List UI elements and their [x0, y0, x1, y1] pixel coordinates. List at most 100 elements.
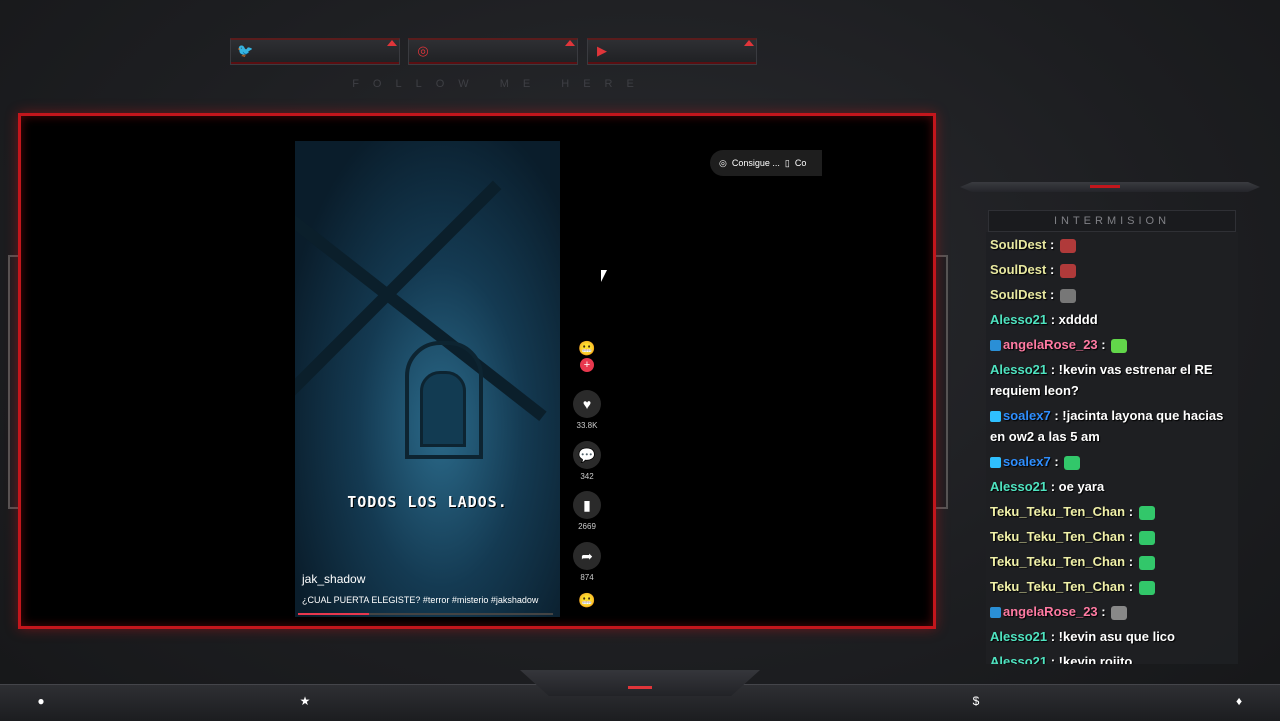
chat-separator: : — [1097, 337, 1110, 352]
chat-username[interactable]: Alesso21 — [990, 362, 1047, 377]
triangle-marker — [387, 40, 397, 46]
chat-separator: : — [1125, 529, 1137, 544]
chat-username[interactable]: Teku_Teku_Ten_Chan — [990, 529, 1125, 544]
chat-message: SoulDest : — [986, 257, 1238, 282]
bookmark-icon: ▮ — [573, 491, 601, 519]
cut-label: Co — [794, 158, 807, 168]
chat-separator: : — [1125, 579, 1137, 594]
chat-message: Teku_Teku_Ten_Chan : — [986, 499, 1238, 524]
chat-message: Alesso21 : oe yara — [986, 474, 1238, 499]
follow-label: FOLLOW ME HERE — [352, 78, 648, 90]
video-author[interactable]: jak_shadow — [302, 572, 365, 586]
chat-username[interactable]: soalex7 — [1003, 454, 1051, 469]
dollar-icon[interactable]: $ — [969, 694, 983, 708]
chat-username[interactable]: SoulDest — [990, 262, 1046, 277]
comment-action[interactable]: 💬 342 — [571, 441, 603, 481]
chat-panel[interactable]: SoulDest : SoulDest : SoulDest : Alesso2… — [986, 232, 1238, 664]
heart-icon: ♥ — [573, 390, 601, 418]
chat-separator: : — [1047, 362, 1059, 377]
emote-icon — [1064, 455, 1081, 470]
panel-title: INTERMISION — [988, 210, 1236, 232]
chat-username[interactable]: Teku_Teku_Ten_Chan — [990, 554, 1125, 569]
emote-icon — [1111, 338, 1128, 353]
sound-disc[interactable]: 😬 — [571, 592, 603, 612]
chat-separator: : — [1047, 312, 1059, 327]
youtube-icon: ▶ — [597, 43, 607, 58]
user-icon[interactable]: ● — [34, 694, 48, 708]
chat-text: oe yara — [1058, 479, 1105, 494]
chat-separator: : — [1046, 287, 1058, 302]
bottom-center-deco — [520, 670, 760, 696]
video-player[interactable]: TODOS LOS LADOS. jak_shadow ¿CUAL PUERTA… — [295, 141, 560, 617]
twitter-bar[interactable]: 🐦 — [230, 38, 400, 65]
progress-fill — [298, 613, 370, 615]
star-icon[interactable]: ★ — [298, 694, 312, 708]
chat-username[interactable]: SoulDest — [990, 287, 1046, 302]
chat-username[interactable]: Teku_Teku_Ten_Chan — [990, 579, 1125, 594]
mouse-cursor — [601, 270, 607, 282]
badge-icon — [990, 340, 1001, 352]
like-count: 33.8K — [576, 421, 598, 430]
share-action[interactable]: ➦ 874 — [571, 542, 603, 582]
chat-separator: : — [1125, 554, 1137, 569]
chat-text: !kevin rojito — [1058, 654, 1133, 664]
emote-icon — [1138, 505, 1155, 520]
phone-icon: ▯ — [784, 157, 790, 168]
share-count: 874 — [580, 573, 594, 582]
chat-separator: : — [1047, 654, 1059, 664]
chat-separator: : — [1050, 408, 1063, 423]
emote-icon — [1138, 580, 1155, 595]
chat-message: Alesso21 : xdddd — [986, 307, 1238, 332]
save-count: 2669 — [578, 522, 596, 531]
app-icon: ◎ — [719, 157, 727, 168]
video-caption: TODOS LOS LADOS. — [347, 493, 508, 511]
like-action[interactable]: ♥ 33.8K — [571, 390, 603, 430]
chat-message: angelaRose_23 : — [986, 332, 1238, 357]
chat-separator: : — [1097, 604, 1110, 619]
chat-username[interactable]: Teku_Teku_Ten_Chan — [990, 504, 1125, 519]
chat-text: !kevin asu que lico — [1058, 629, 1175, 644]
chat-username[interactable]: Alesso21 — [990, 312, 1047, 327]
chat-message: SoulDest : — [986, 232, 1238, 257]
chat-message: Teku_Teku_Ten_Chan : — [986, 549, 1238, 574]
chat-username[interactable]: Alesso21 — [990, 629, 1047, 644]
follow-plus-icon[interactable]: + — [580, 358, 594, 372]
chat-separator: : — [1050, 454, 1063, 469]
avatar-icon: 😬 — [578, 340, 596, 356]
triangle-marker — [744, 40, 754, 46]
video-description: ¿CUAL PUERTA ELEGISTE? #terror #misterio… — [302, 595, 539, 605]
triangle-marker — [565, 40, 575, 46]
comment-count: 342 — [580, 472, 594, 481]
instagram-bar[interactable]: ◎ — [408, 38, 578, 65]
chat-message: Teku_Teku_Ten_Chan : — [986, 574, 1238, 599]
chat-username[interactable]: angelaRose_23 — [1003, 337, 1098, 352]
share-icon: ➦ — [573, 542, 601, 570]
chat-message: Alesso21 : !kevin rojito — [986, 649, 1238, 664]
chat-username[interactable]: SoulDest — [990, 237, 1046, 252]
chat-username[interactable]: soalex7 — [1003, 408, 1051, 423]
flame-icon[interactable]: ♦ — [1232, 694, 1246, 708]
chat-message: Alesso21 : !kevin vas estrenar el RE req… — [986, 357, 1238, 403]
video-progress-bar[interactable] — [298, 613, 553, 615]
chat-separator: : — [1046, 237, 1058, 252]
emote-icon — [1138, 555, 1155, 570]
chat-username[interactable]: Alesso21 — [990, 479, 1047, 494]
twitter-icon: 🐦 — [237, 43, 254, 58]
get-app-label: Consigue ... — [731, 158, 780, 168]
chat-message: Alesso21 : !kevin asu que lico — [986, 624, 1238, 649]
save-action[interactable]: ▮ 2669 — [571, 491, 603, 531]
emote-icon — [1059, 263, 1076, 278]
chat-text: xdddd — [1058, 312, 1098, 327]
emote-icon — [1059, 288, 1076, 303]
chat-username[interactable]: Alesso21 — [990, 654, 1047, 664]
creator-avatar[interactable]: 😬 + — [571, 340, 603, 372]
get-app-pill[interactable]: ◎ Consigue ... ▯ Co — [710, 150, 822, 176]
emote-icon — [1138, 530, 1155, 545]
chat-username[interactable]: angelaRose_23 — [1003, 604, 1098, 619]
bottom-red-accent — [628, 686, 652, 689]
youtube-bar[interactable]: ▶ — [587, 38, 757, 65]
tunnel-arch-inner — [420, 371, 466, 447]
badge-icon — [990, 411, 1001, 423]
chat-separator: : — [1047, 479, 1059, 494]
chat-message: soalex7 : — [986, 449, 1238, 474]
